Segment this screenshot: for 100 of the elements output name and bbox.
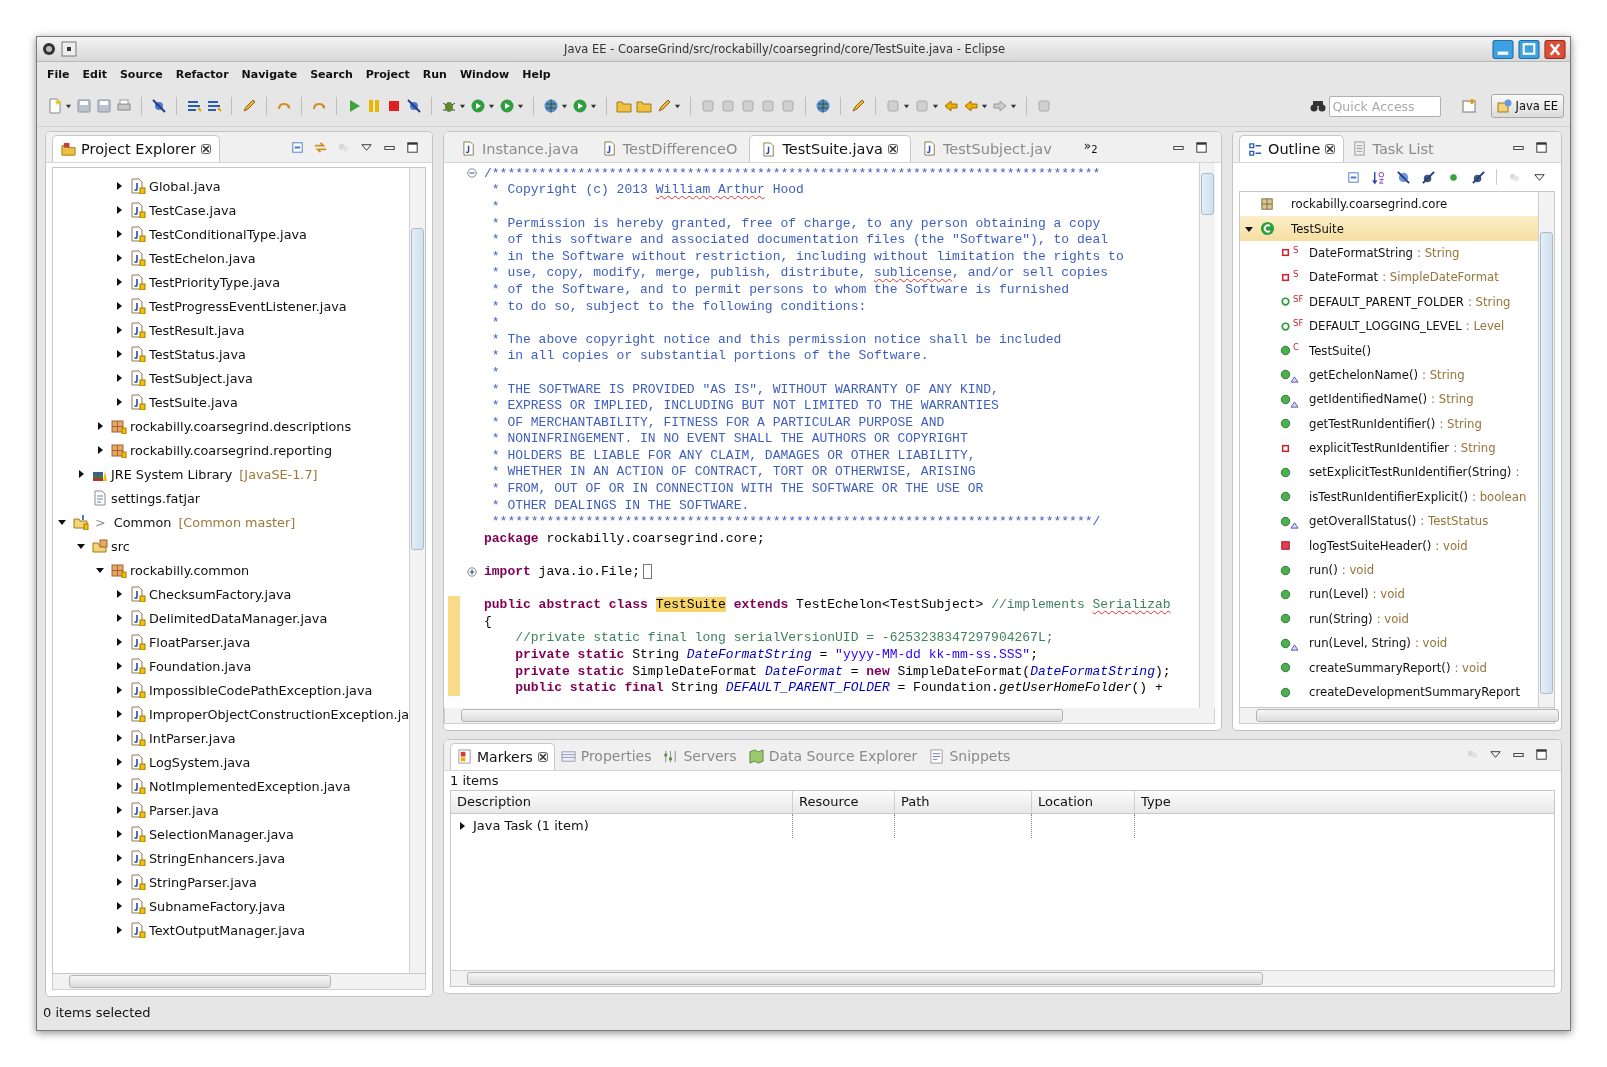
expand-arrow-icon[interactable] <box>114 589 124 599</box>
tree-item[interactable]: StringParser.java <box>149 874 257 890</box>
collapse-arrow-icon[interactable] <box>76 541 86 551</box>
close-icon[interactable] <box>1325 144 1336 154</box>
dropdown-caret-icon[interactable] <box>488 102 495 110</box>
dropdown-caret-icon[interactable] <box>561 102 568 110</box>
dropdown-caret-icon[interactable] <box>932 102 939 110</box>
expand-arrow-icon[interactable] <box>114 349 124 359</box>
column-header[interactable]: Description <box>451 790 793 813</box>
terminate-icon[interactable] <box>386 98 402 114</box>
expand-arrow-icon[interactable] <box>114 253 124 263</box>
expand-arrow-icon[interactable] <box>114 277 124 287</box>
expand-arrow-icon[interactable] <box>114 853 124 863</box>
collapse-fold-icon[interactable] <box>467 168 477 179</box>
menu-item[interactable]: Search <box>310 67 353 81</box>
expand-arrow-icon[interactable] <box>114 805 124 815</box>
outline-row[interactable]: run() : void <box>1240 557 1538 583</box>
expand-arrow-icon[interactable] <box>114 877 124 887</box>
collapse-arrow-icon[interactable] <box>57 517 67 527</box>
close-icon[interactable] <box>200 144 211 154</box>
horizontal-scrollbar[interactable] <box>444 707 1215 724</box>
vertical-scrollbar[interactable] <box>1199 163 1215 708</box>
outline-row[interactable]: SF DEFAULT_LOGGING_LEVEL : Level <box>1240 313 1538 339</box>
tree-item[interactable]: NotImplementedException.java <box>149 778 351 794</box>
expand-arrow-icon[interactable] <box>114 397 124 407</box>
collapse-all-icon[interactable] <box>290 139 305 155</box>
outline-row[interactable]: getTestRunIdentifier() : String <box>1240 411 1538 436</box>
tree-item[interactable]: LogSystem.java <box>149 754 251 770</box>
dropdown-caret-icon[interactable] <box>674 102 681 110</box>
maximize-view-icon[interactable] <box>1534 747 1549 763</box>
menu-item[interactable]: File <box>47 67 70 81</box>
outline-row[interactable]: isTestRunIdentifierExplicit() : boolean <box>1240 484 1538 510</box>
sort-icon[interactable] <box>1371 169 1386 185</box>
tree-item[interactable]: JRE System Library <box>111 466 233 482</box>
outline-row[interactable]: run(Level) : void <box>1240 582 1538 607</box>
maximize-icon[interactable] <box>1518 39 1540 59</box>
tree-item[interactable]: TestEchelon.java <box>149 250 256 266</box>
tree-item[interactable]: TestProgressEventListener.java <box>149 298 347 314</box>
view-tab[interactable]: Project Explorer <box>52 135 220 162</box>
expand-arrow-icon[interactable] <box>114 325 124 335</box>
dropdown-caret-icon[interactable] <box>65 102 72 110</box>
outline-row[interactable]: logTestSuiteHeader() : void <box>1240 533 1538 558</box>
menu-item[interactable]: Navigate <box>241 67 298 81</box>
column-header[interactable]: Path <box>895 790 1032 813</box>
menu-item[interactable]: Run <box>422 67 447 81</box>
dropdown-caret-icon[interactable] <box>1010 102 1017 110</box>
expand-arrow-icon[interactable] <box>114 613 124 623</box>
tree-item[interactable]: DelimitedDataManager.java <box>149 610 328 626</box>
expand-arrow-icon[interactable] <box>114 925 124 935</box>
expand-arrow-icon[interactable] <box>114 709 124 719</box>
tree-item[interactable]: IntParser.java <box>149 730 236 746</box>
tree-item[interactable]: Global.java <box>149 178 221 194</box>
expand-arrow-icon[interactable] <box>114 229 124 239</box>
dropdown-caret-icon[interactable] <box>459 102 466 110</box>
outline-row[interactable]: explicitTestRunIdentifier : String <box>1240 435 1538 461</box>
web-browser-icon[interactable] <box>815 98 831 114</box>
tree-item[interactable]: TestPriorityType.java <box>149 274 281 290</box>
expand-arrow-icon[interactable] <box>95 445 105 455</box>
view-tab[interactable]: Markers <box>450 742 555 770</box>
tree-item[interactable]: src <box>111 538 130 554</box>
column-header[interactable]: Type <box>1135 790 1554 813</box>
menu-item[interactable]: Project <box>365 67 410 81</box>
view-tab[interactable]: Outline <box>1239 135 1345 162</box>
outline-row[interactable]: createDevelopmentSummaryReport <box>1240 679 1538 705</box>
tree-item[interactable]: FloatParser.java <box>149 634 251 650</box>
expand-arrow-icon[interactable] <box>76 469 86 479</box>
expand-arrow-icon[interactable] <box>114 685 124 695</box>
expand-fold-icon[interactable] <box>467 566 477 577</box>
tree-item[interactable]: rockabilly.coarsegrind.descriptions <box>130 418 352 434</box>
tree-item[interactable]: Parser.java <box>149 802 219 818</box>
tree-item[interactable]: TextOutputManager.java <box>149 922 306 938</box>
tree-item[interactable]: Foundation.java <box>149 658 252 674</box>
outline-row[interactable]: getIdentifiedName() : String <box>1240 387 1538 412</box>
collapse-all-icon[interactable] <box>1346 169 1361 185</box>
tree-item[interactable]: rockabilly.common <box>130 562 250 578</box>
menu-item[interactable]: Window <box>459 67 510 81</box>
tree-item[interactable]: TestResult.java <box>149 322 245 338</box>
tree-item[interactable]: ImpossibleCodePathException.java <box>149 682 373 698</box>
outline-row[interactable]: rockabilly.coarsegrind.core <box>1240 192 1538 217</box>
outline-row[interactable]: C TestSuite() <box>1240 338 1538 363</box>
close-icon[interactable] <box>1544 39 1566 59</box>
expand-arrow-icon[interactable] <box>457 820 467 831</box>
outline-row[interactable]: run(String) : void <box>1240 606 1538 632</box>
expand-arrow-icon[interactable] <box>114 661 124 671</box>
column-header[interactable]: Location <box>1032 790 1135 813</box>
expand-arrow-icon[interactable] <box>114 757 124 767</box>
tree-item[interactable]: ChecksumFactory.java <box>149 586 292 602</box>
expand-arrow-icon[interactable] <box>114 373 124 383</box>
menu-item[interactable]: Help <box>522 67 551 81</box>
tree-item[interactable]: settings.fatjar <box>111 490 201 506</box>
perspective-button[interactable]: Java EE <box>1490 94 1564 118</box>
more-tabs-button[interactable]: »$_{2}$ <box>1079 138 1102 156</box>
menu-item[interactable]: Edit <box>82 67 107 81</box>
window-menu-icon[interactable] <box>61 41 77 57</box>
tree-item[interactable]: TestCase.java <box>149 202 237 218</box>
collapse-arrow-icon[interactable] <box>95 565 105 575</box>
editor-tab[interactable]: TestSuite.java <box>749 135 911 162</box>
outline-row[interactable]: getOverallStatus() : TestStatus <box>1240 509 1538 534</box>
tree-item[interactable]: StringEnhancers.java <box>149 850 286 866</box>
minimize-icon[interactable] <box>1492 39 1514 59</box>
